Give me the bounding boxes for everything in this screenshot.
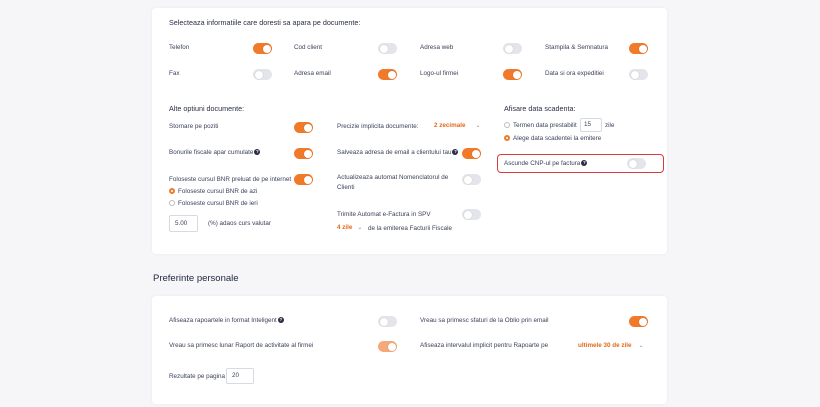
precizie-select[interactable]: 2 zecimale ⌄ bbox=[434, 122, 481, 129]
personal-preferences-card: Afiseaza rapoartele in format Inteligent… bbox=[152, 296, 667, 404]
interval-select[interactable]: ultimele 30 de zile ⌄ bbox=[578, 342, 644, 349]
toggle-sfaturi[interactable] bbox=[629, 316, 648, 327]
toggle-fax[interactable] bbox=[253, 69, 272, 80]
chevron-down-icon: ⌄ bbox=[357, 225, 363, 231]
precizie-value: 2 zecimale bbox=[434, 122, 466, 129]
termen-label: Termen data prestabilit bbox=[513, 122, 577, 129]
alege-label: Alege data scadentei la emitere bbox=[513, 135, 602, 142]
rate-label: (%) adaos curs valutar bbox=[208, 220, 271, 227]
toggle-bnr[interactable] bbox=[294, 174, 313, 185]
chevron-down-icon: ⌄ bbox=[638, 343, 644, 349]
radio-bnr-ieri-label: Foloseste cursul BNR de ieri bbox=[178, 200, 258, 207]
zile-select[interactable]: 4 zile ⌄ bbox=[337, 224, 362, 231]
rezultate-input[interactable]: 20 bbox=[226, 368, 254, 384]
toggle-logo[interactable] bbox=[503, 69, 522, 80]
interval-value: ultimele 30 de zile bbox=[578, 342, 632, 349]
toggle-label-adresa-email: Adresa email bbox=[294, 70, 331, 77]
toggle-stornare[interactable] bbox=[294, 122, 313, 133]
salveaza-label: Salveaza adresa de email a clientului ta… bbox=[337, 149, 459, 156]
toggle-label-fax: Fax bbox=[169, 70, 180, 77]
toggle-label-cod-client: Cod client bbox=[294, 44, 323, 51]
toggle-bonurile[interactable] bbox=[294, 148, 313, 159]
toggle-adresa-email[interactable] bbox=[378, 69, 397, 80]
radio-alege-data[interactable] bbox=[504, 135, 510, 141]
due-date-heading: Afisare data scadenta: bbox=[504, 104, 576, 113]
interval-label: Afiseaza intervalul implicit pentru Rapo… bbox=[420, 342, 549, 349]
toggle-actualizeaza[interactable] bbox=[462, 174, 481, 185]
rapoarte-label: Afiseaza rapoartele in format Inteligent… bbox=[169, 317, 284, 324]
stornare-label: Stornare pe poziti bbox=[169, 123, 219, 130]
radio-termen[interactable] bbox=[504, 122, 510, 128]
help-icon[interactable]: ? bbox=[452, 149, 459, 156]
toggle-data-expeditiei[interactable] bbox=[629, 69, 648, 80]
help-icon[interactable]: ? bbox=[277, 317, 284, 324]
personal-preferences-title: Preferinte personale bbox=[153, 273, 239, 284]
precizie-label: Precizie implicita documente: bbox=[337, 123, 419, 130]
rate-input[interactable]: 5.00 bbox=[169, 215, 198, 232]
rezultate-label: Rezultate pe pagina bbox=[169, 373, 226, 380]
termen-input[interactable]: 15 bbox=[580, 118, 602, 132]
other-options-heading: Alte optiuni documente: bbox=[169, 104, 245, 113]
zile-value: 4 zile bbox=[337, 224, 353, 231]
help-icon[interactable]: ? bbox=[581, 160, 588, 167]
cnp-label: Ascunde CNP-ul pe factura? bbox=[504, 160, 588, 167]
radio-bnr-ieri[interactable] bbox=[169, 200, 175, 206]
toggle-label-data-expeditiei: Data si ora expeditiei bbox=[545, 70, 604, 77]
trimite-label: Trimite Automat e-Factura in SPV bbox=[337, 211, 431, 218]
sfaturi-label: Vreau sa primesc sfaturi de la Oblio pri… bbox=[420, 317, 549, 324]
toggle-label-adresa-web: Adresa web bbox=[420, 44, 454, 51]
toggle-label-telefon: Telefon bbox=[169, 44, 190, 51]
raport-label: Vreau sa primesc lunar Raport de activit… bbox=[169, 342, 314, 349]
toggle-stampila[interactable] bbox=[629, 43, 648, 54]
help-icon[interactable]: ? bbox=[254, 149, 261, 156]
toggle-rapoarte[interactable] bbox=[378, 316, 397, 327]
actualizeaza-label-line-1: Actualizeaza automat Nomenclatorul de bbox=[337, 174, 449, 181]
toggle-salveaza[interactable] bbox=[462, 148, 481, 159]
bonurile-label: Bonurile fiscale apar cumulate? bbox=[169, 149, 261, 156]
chevron-down-icon: ⌄ bbox=[475, 123, 481, 129]
bnr-label: Foloseste cursul BNR preluat de pe inter… bbox=[169, 176, 292, 183]
documents-heading: Selecteaza informatiile care doresti sa … bbox=[169, 18, 361, 27]
toggle-trimite[interactable] bbox=[462, 209, 481, 220]
toggle-cod-client[interactable] bbox=[378, 43, 397, 54]
toggle-raport[interactable] bbox=[378, 341, 397, 352]
zile-suffix: de la emiterea Facturii Fiscale bbox=[368, 225, 452, 232]
toggle-label-stampila: Stampila & Semnatura bbox=[545, 44, 608, 51]
toggle-label-logo: Logo-ul firmei bbox=[420, 70, 459, 77]
document-settings-card: Selecteaza informatiile care doresti sa … bbox=[152, 8, 667, 254]
termen-unit: zile bbox=[605, 122, 615, 129]
radio-bnr-azi-label: Foloseste cursul BNR de azi bbox=[178, 188, 258, 195]
toggle-adresa-web[interactable] bbox=[503, 43, 522, 54]
toggle-telefon[interactable] bbox=[253, 43, 272, 54]
radio-bnr-azi[interactable] bbox=[169, 188, 175, 194]
actualizeaza-label-line-2: Clienti bbox=[337, 184, 355, 191]
toggle-cnp[interactable] bbox=[627, 158, 646, 169]
